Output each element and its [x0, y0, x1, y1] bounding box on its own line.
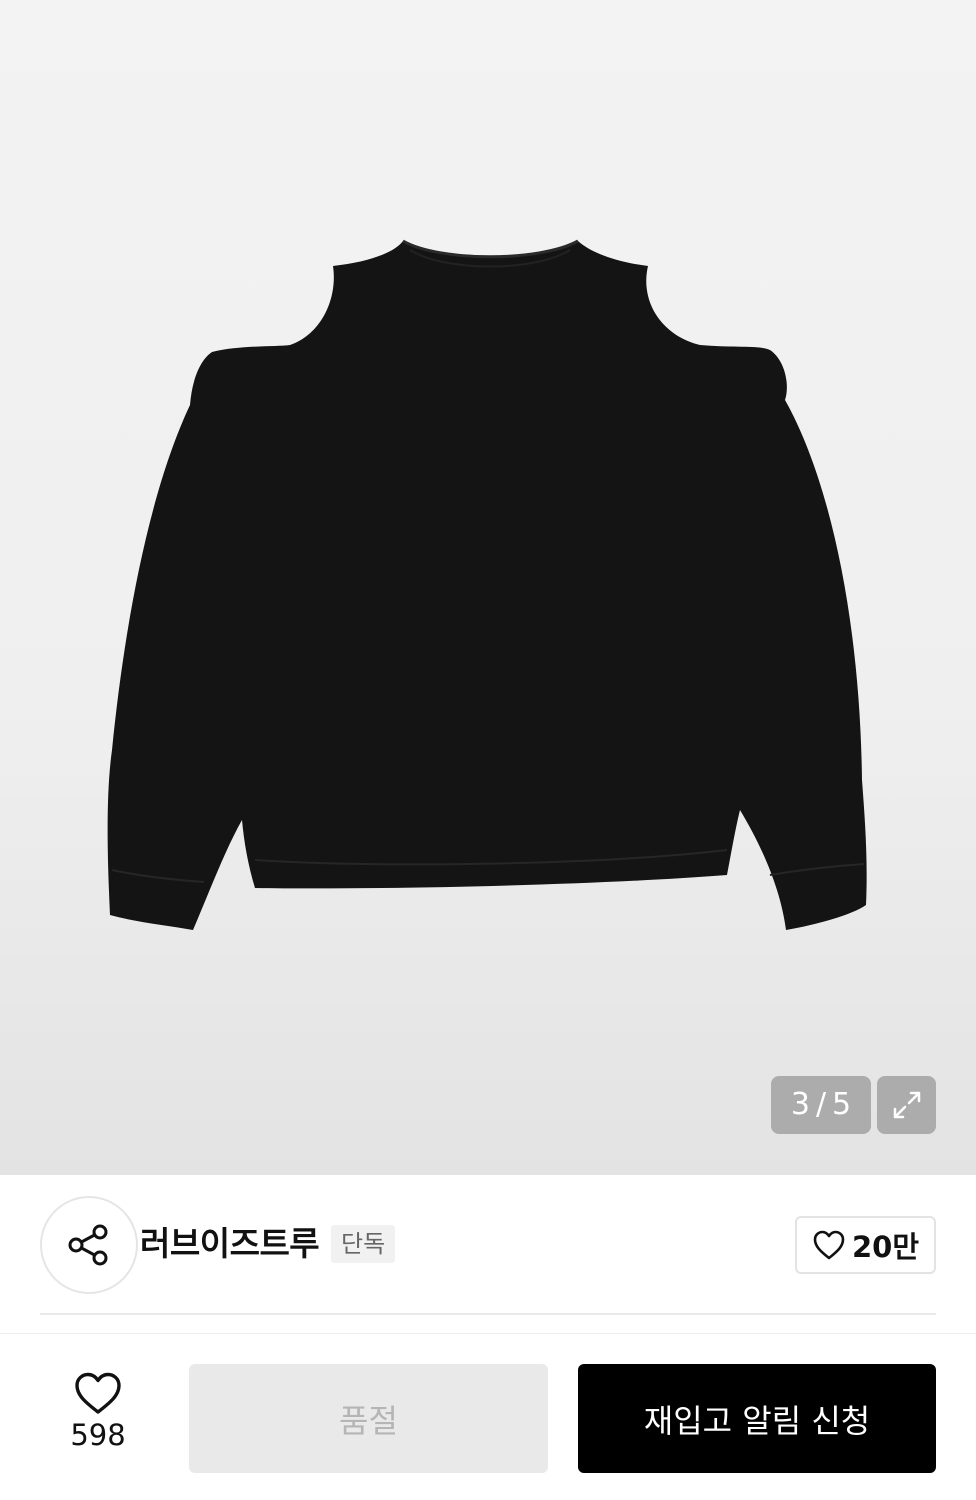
restock-alert-button[interactable]: 재입고 알림 신청 — [578, 1364, 936, 1473]
brand-row: 러브이즈트루 단독 20만 — [0, 1175, 976, 1315]
product-image — [107, 239, 867, 930]
counter-current: 3 — [790, 1087, 810, 1122]
exclusive-badge: 단독 — [331, 1225, 396, 1263]
divider — [40, 1313, 936, 1315]
bottom-action-bar: 598 품절 재입고 알림 신청 — [0, 1334, 976, 1500]
brand-like-button[interactable]: 20만 — [795, 1216, 936, 1274]
counter-separator: / — [815, 1087, 827, 1122]
wish-count: 598 — [70, 1418, 126, 1452]
share-icon — [68, 1224, 108, 1266]
product-gallery[interactable]: 3/5 — [0, 0, 976, 1175]
soldout-button[interactable]: 품절 — [189, 1364, 548, 1473]
brand-like-count: 20만 — [851, 1230, 920, 1264]
image-counter: 3/5 — [771, 1076, 871, 1134]
expand-arrows-icon — [893, 1091, 920, 1119]
brand-name[interactable]: 러브이즈트루 — [140, 1222, 320, 1266]
counter-total: 5 — [832, 1087, 852, 1122]
heart-outline-icon — [75, 1372, 121, 1414]
expand-button[interactable] — [877, 1076, 936, 1134]
wish-button[interactable]: 598 — [40, 1370, 156, 1470]
heart-outline-icon — [813, 1230, 845, 1260]
share-button[interactable] — [40, 1196, 138, 1294]
